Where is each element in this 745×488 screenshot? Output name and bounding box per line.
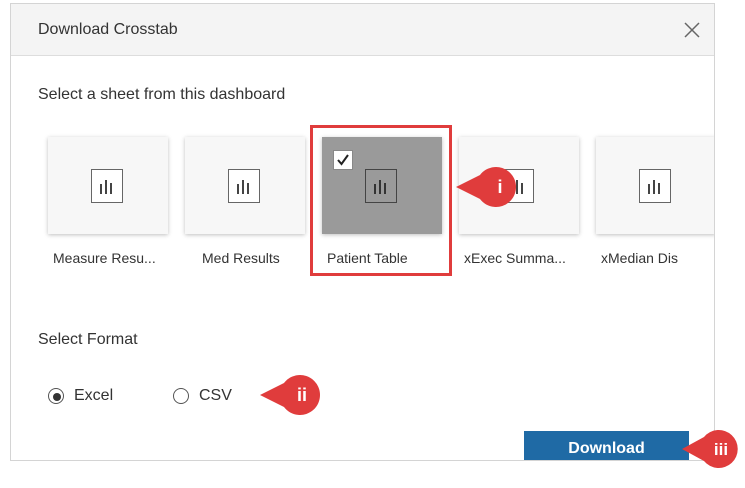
radio-label: CSV — [199, 387, 232, 404]
bar-chart-icon — [639, 169, 671, 203]
callout-i-label: i — [497, 177, 502, 197]
callout-iii: iii — [682, 430, 738, 468]
bar-chart-icon — [228, 169, 260, 203]
sheet-label: xMedian Dis — [601, 250, 679, 266]
callout-ii: ii — [260, 375, 320, 415]
format-title: Select Format — [38, 331, 138, 348]
sheet-thumbnail[interactable] — [596, 137, 714, 234]
sheet-thumbnail[interactable] — [185, 137, 305, 234]
sheet-label: Measure Resu... — [53, 250, 156, 266]
radio-label: Excel — [74, 387, 114, 404]
sheet-label: Med Results — [202, 250, 280, 266]
radio-circle[interactable] — [173, 388, 189, 404]
callout-ii-label: ii — [297, 385, 307, 405]
dialog-title: Download Crosstab — [38, 21, 178, 38]
sheet-thumbnail[interactable] — [48, 137, 168, 234]
download-button[interactable]: Download — [524, 431, 689, 460]
sheet-label: xExec Summa... — [464, 250, 566, 266]
bar-chart-icon — [91, 169, 123, 203]
close-icon[interactable] — [682, 20, 702, 40]
download-crosstab-dialog: Download Crosstab Select a sheet from th… — [10, 3, 715, 461]
sheet-prompt: Select a sheet from this dashboard — [38, 86, 286, 103]
selection-highlight — [310, 125, 452, 276]
callout-i: i — [456, 167, 516, 207]
radio-dot — [53, 393, 61, 401]
radio-circle[interactable] — [48, 388, 64, 404]
dialog-header: Download Crosstab — [11, 4, 714, 56]
callout-iii-label: iii — [714, 440, 728, 459]
